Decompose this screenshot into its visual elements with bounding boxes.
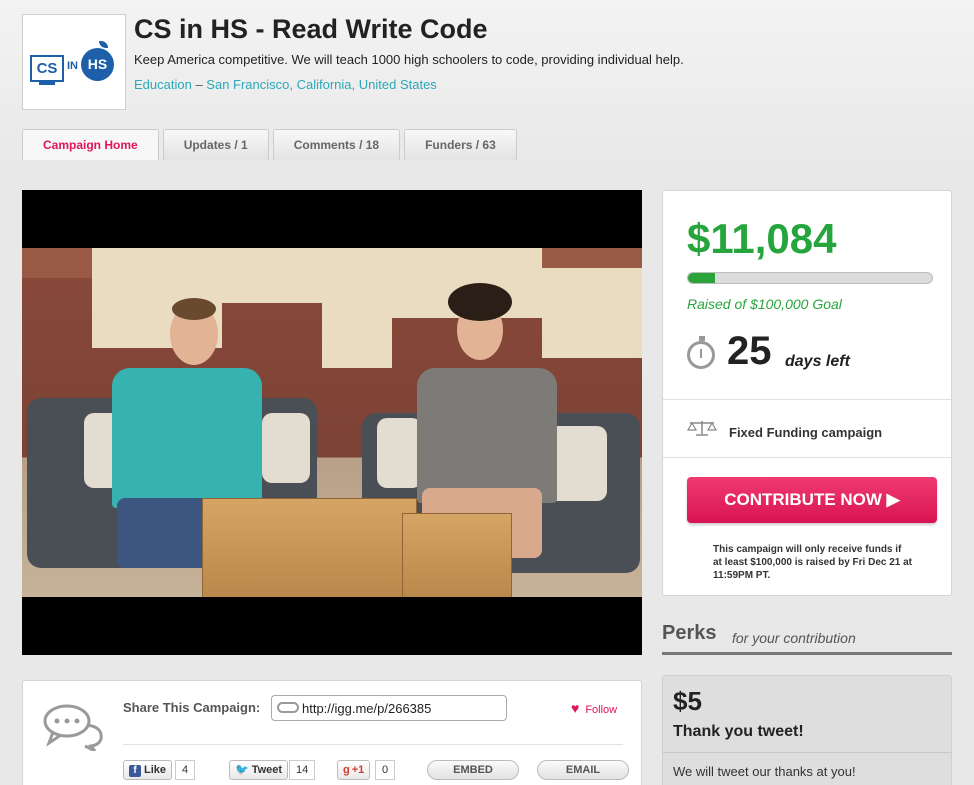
follow-label: Follow (585, 704, 618, 716)
wall-panel (542, 268, 642, 358)
chair-pillow (377, 418, 422, 488)
plusone-label: +1 (351, 764, 365, 776)
share-label: Share This Campaign: (123, 700, 261, 715)
contribute-now-button[interactable]: CONTRIBUTE NOW ▶ (687, 477, 937, 523)
location-link[interactable]: San Francisco, California, United States (206, 77, 437, 92)
days-left-number: 25 (727, 329, 772, 373)
amount-raised: $11,084 (687, 215, 837, 262)
goal-text: Raised of $100,000 Goal (687, 296, 842, 312)
heart-icon: ♥ (571, 700, 580, 716)
logo-cs-text: CS (30, 55, 64, 82)
location-separator: – (191, 77, 207, 92)
logo-monitor-stand (39, 82, 55, 85)
logo-in-text: IN (67, 60, 78, 72)
wooden-table (202, 498, 417, 597)
campaign-video[interactable] (22, 190, 642, 655)
google-plus-button[interactable]: g +1 (337, 760, 371, 780)
campaign-title: CS in HS - Read Write Code (134, 14, 488, 44)
perks-title: Perks (662, 622, 717, 644)
tab-updates[interactable]: Updates / 1 (162, 129, 269, 160)
right-person-shirt (417, 368, 557, 503)
perks-header: Perks for your contribution (662, 622, 952, 655)
share-divider (123, 744, 623, 745)
chat-bubbles-icon (43, 704, 103, 751)
campaign-tabs: Campaign Home Updates / 1 Comments / 18 … (22, 129, 517, 160)
progress-fill (688, 273, 715, 283)
left-person-shirt (112, 368, 262, 508)
stopwatch-icon (687, 336, 715, 369)
divider (663, 399, 951, 400)
logo-apple-leaf (99, 41, 108, 48)
funding-progress-bar (687, 272, 933, 284)
facebook-like-button[interactable]: f Like (123, 760, 173, 780)
left-person-hair (172, 298, 216, 320)
funding-type-label: Fixed Funding campaign (729, 425, 883, 440)
tab-campaign-home[interactable]: Campaign Home (22, 129, 159, 160)
share-card: Share This Campaign: ♥ Follow fLike 4 🐦Tw… (22, 680, 642, 785)
wall-panel (322, 248, 392, 368)
tweet-label: Tweet (251, 764, 283, 776)
tab-funders[interactable]: Funders / 63 (404, 129, 517, 160)
campaign-tagline: Keep America competitive. We will teach … (134, 52, 684, 67)
twitter-icon: 🐦 (235, 764, 249, 776)
perk-price: $5 (673, 686, 702, 716)
video-frame (22, 248, 642, 597)
embed-button[interactable]: EMBED (427, 760, 519, 780)
perk-divider (663, 752, 951, 753)
perk-description: We will tweet our thanks at you! (673, 764, 856, 779)
campaign-category-location: Education – San Francisco, California, U… (134, 77, 437, 92)
tweet-count: 14 (289, 760, 316, 780)
wall-panel (222, 248, 322, 303)
wooden-table (402, 513, 512, 597)
funding-card: $11,084 Raised of $100,000 Goal 25 days … (662, 190, 952, 596)
follow-button[interactable]: ♥ Follow (571, 700, 617, 716)
scale-icon (687, 421, 717, 436)
category-link[interactable]: Education (134, 77, 192, 92)
link-icon (277, 702, 299, 713)
perk-name: Thank you tweet! (673, 723, 804, 740)
right-person-hair (448, 283, 512, 321)
chair-pillow (262, 413, 310, 483)
tab-comments[interactable]: Comments / 18 (272, 129, 401, 160)
perk-card[interactable]: $5 Thank you tweet! We will tweet our th… (662, 675, 952, 785)
campaign-logo: CS IN HS (22, 14, 126, 110)
facebook-icon: f (129, 765, 141, 777)
logo-apple-hs: HS (81, 48, 114, 81)
email-button[interactable]: EMAIL (537, 760, 629, 780)
share-url-input[interactable] (271, 695, 507, 721)
funding-notice: This campaign will only receive funds if… (713, 544, 913, 581)
plusone-count: 0 (375, 760, 396, 780)
like-label: Like (144, 764, 167, 776)
perks-subtitle: for your contribution (732, 630, 856, 646)
days-left-label: days left (785, 353, 850, 370)
like-count: 4 (175, 760, 196, 780)
google-plus-icon: g (343, 764, 350, 776)
tweet-button[interactable]: 🐦 Tweet (229, 760, 289, 780)
divider (663, 457, 951, 458)
